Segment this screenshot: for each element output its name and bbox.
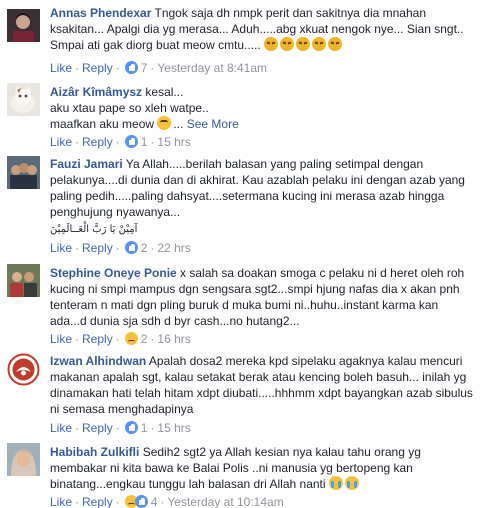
like-reaction-icon[interactable] (124, 241, 138, 254)
angry-emoji-icon (264, 37, 279, 51)
reaction-count[interactable]: 1 (141, 421, 148, 435)
timestamp[interactable]: 15 hrs (157, 421, 190, 435)
comment-actions: Like · Reply · 2 · 22 hrs (50, 241, 191, 255)
reply-link[interactable]: Reply (82, 135, 113, 149)
reply-link[interactable]: Reply (82, 61, 113, 75)
comment-actions: Like · Reply · 7 · Yesterday at 8:41am (50, 61, 268, 75)
reaction-count[interactable]: 1 (141, 135, 148, 149)
avatar[interactable] (7, 353, 40, 386)
crying-emoji-icon (328, 476, 343, 490)
reply-link[interactable]: Reply (82, 421, 113, 435)
like-link[interactable]: Like (50, 61, 72, 75)
comment-feed: Annas Phendexar Tngok saja dh nmpk perit… (0, 0, 493, 508)
comment-author[interactable]: Fauzi Jamari (50, 157, 123, 171)
timestamp[interactable]: 16 hrs (157, 332, 190, 346)
reply-link[interactable]: Reply (82, 332, 113, 346)
comment-actions: Like · Reply · 1 · 15 hrs (50, 135, 191, 149)
arabic-prayer-text: آمِيْنْ يَا رَبَّ الْعَــالَمِيْنَ (50, 224, 138, 235)
comment-author[interactable]: Izwan Alhindwan (50, 354, 146, 368)
see-more-link[interactable]: See More (187, 117, 239, 131)
crying-emoji-icon (344, 476, 359, 490)
reaction-count[interactable]: 7 (141, 61, 148, 75)
sad-emoji-icon (157, 116, 172, 130)
comment-actions: Like · Reply · 4 · Yesterday at 10:14am (50, 495, 284, 508)
comment-author[interactable]: Habibah Zulkifli (50, 445, 139, 459)
reaction-count[interactable]: 2 (141, 332, 148, 346)
reaction-count[interactable]: 4 (151, 495, 158, 508)
timestamp[interactable]: Yesterday at 10:14am (167, 495, 283, 508)
reply-link[interactable]: Reply (82, 495, 113, 508)
reaction-count[interactable]: 2 (141, 241, 148, 255)
like-link[interactable]: Like (50, 495, 72, 508)
avatar[interactable] (7, 443, 40, 476)
like-reaction-icon[interactable] (124, 61, 138, 74)
avatar[interactable] (7, 264, 40, 297)
like-link[interactable]: Like (50, 332, 72, 346)
comment-actions: Like · Reply · 1 · 15 hrs (50, 421, 191, 435)
reply-link[interactable]: Reply (82, 241, 113, 255)
like-reaction-icon[interactable] (134, 495, 148, 508)
like-link[interactable]: Like (50, 241, 72, 255)
sad-reaction-icon[interactable] (124, 332, 138, 345)
like-reaction-icon[interactable] (124, 421, 138, 434)
comment-author[interactable]: Stephine Oneye Ponie (50, 266, 177, 280)
timestamp[interactable]: 15 hrs (157, 135, 190, 149)
angry-emoji-icon (280, 37, 295, 51)
comment-author[interactable]: Annas Phendexar (50, 6, 151, 20)
avatar[interactable] (7, 83, 40, 116)
avatar[interactable] (7, 156, 40, 189)
angry-emoji-icon (296, 37, 311, 51)
avatar[interactable] (7, 9, 40, 42)
timestamp[interactable]: Yesterday at 8:41am (157, 61, 267, 75)
comment-actions: Like · Reply · 2 · 16 hrs (50, 332, 191, 346)
like-link[interactable]: Like (50, 135, 72, 149)
angry-emoji-icon (328, 37, 343, 51)
like-reaction-icon[interactable] (124, 135, 138, 148)
angry-emoji-icon (312, 37, 327, 51)
like-link[interactable]: Like (50, 421, 72, 435)
timestamp[interactable]: 22 hrs (157, 241, 190, 255)
comment-author[interactable]: Aizâr Kîmâmysz (50, 85, 142, 99)
